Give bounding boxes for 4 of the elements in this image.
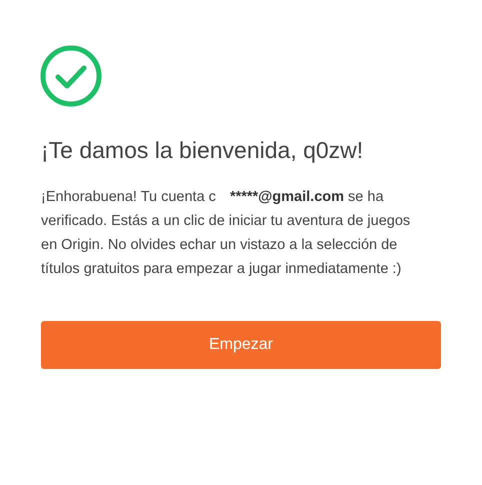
start-button[interactable]: Empezar: [41, 321, 441, 369]
welcome-message: ¡Enhorabuena! Tu cuenta c *****@gmail.com se ha verificado. Estás a un clic de iniciar tu aventura de juegos en Origin. No olvides echar un vistazo a la selección de títulos gratuitos para empezar a jugar inmediatamente :): [41, 188, 411, 279]
welcome-title: ¡Te damos la bienvenida, q0zw!: [41, 136, 364, 165]
check-circle-icon: [40, 45, 102, 107]
